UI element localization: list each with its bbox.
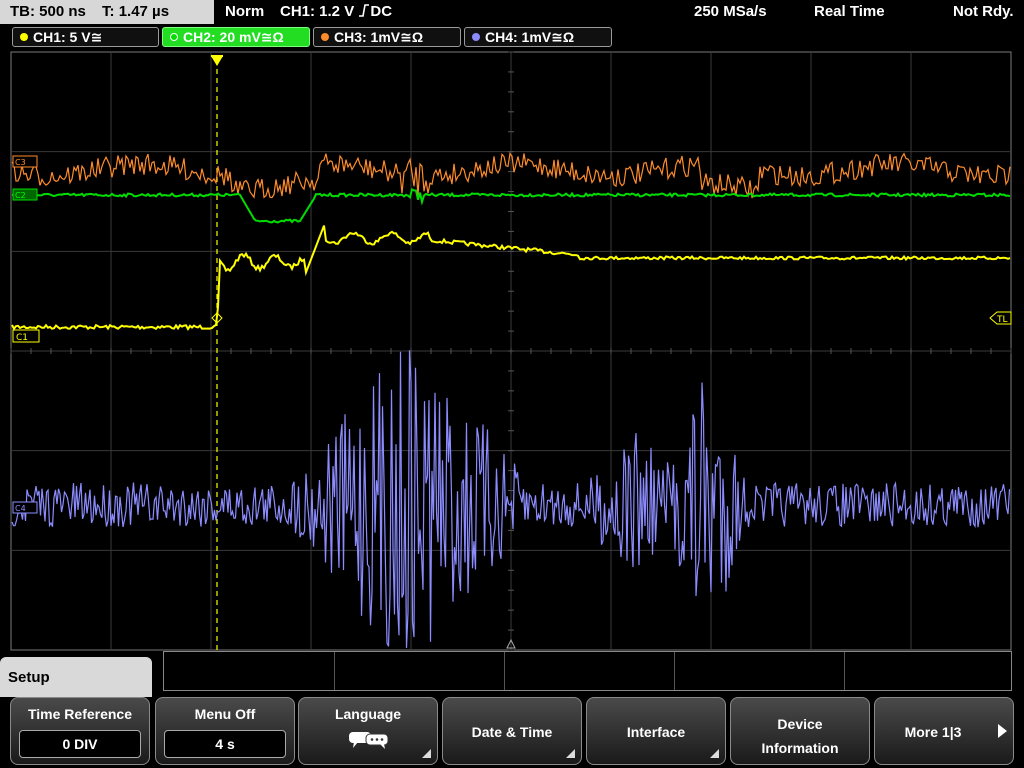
channel-4-button[interactable]: CH4: 1mV≅Ω bbox=[464, 27, 612, 47]
date-time-label: Date & Time bbox=[471, 724, 553, 740]
time-reference-value: 0 DIV bbox=[19, 730, 141, 758]
svg-text:C4: C4 bbox=[15, 504, 26, 513]
more-label: More 1|3 bbox=[904, 724, 962, 740]
language-label: Language bbox=[334, 706, 402, 722]
setup-menu-title: Setup bbox=[0, 657, 152, 697]
submenu-corner-icon bbox=[566, 749, 575, 758]
waveform-display[interactable]: C1 C2 C3 C4 TL bbox=[0, 50, 1024, 660]
channel-1-button[interactable]: CH1: 5 V≅ bbox=[12, 27, 159, 47]
rising-edge-icon bbox=[358, 1, 370, 17]
channel-2-label: CH2: 20 mV≅Ω bbox=[183, 29, 284, 45]
trigger-status: Not Rdy. bbox=[953, 3, 1014, 20]
trigger-setting[interactable]: CH1: 1.2 V DC bbox=[280, 0, 392, 24]
device-information-button[interactable]: Device Information bbox=[730, 697, 870, 765]
channel-3-offset-marker[interactable]: C3 bbox=[12, 155, 38, 168]
timebase-box[interactable]: TB: 500 ns T: 1.47 µs bbox=[0, 0, 214, 24]
trigger-mode[interactable]: Norm bbox=[225, 0, 264, 24]
channel-3-label: CH3: 1mV≅Ω bbox=[334, 29, 424, 45]
submenu-corner-icon bbox=[422, 749, 431, 758]
zoom-window-strip bbox=[163, 651, 1012, 691]
device-information-label: Device Information bbox=[761, 716, 839, 756]
channel-4-label: CH4: 1mV≅Ω bbox=[485, 29, 575, 45]
language-button[interactable]: Language bbox=[298, 697, 438, 765]
channel-3-dot-icon bbox=[321, 33, 329, 41]
interface-button[interactable]: Interface bbox=[586, 697, 726, 765]
next-page-arrow-icon bbox=[998, 724, 1007, 738]
more-button[interactable]: More 1|3 bbox=[874, 697, 1014, 765]
menu-off-button[interactable]: Menu Off 4 s bbox=[155, 697, 295, 765]
time-reference-button[interactable]: Time Reference 0 DIV bbox=[10, 697, 150, 765]
svg-text:C2: C2 bbox=[15, 191, 26, 200]
channel-3-button[interactable]: CH3: 1mV≅Ω bbox=[313, 27, 461, 47]
channel-bar: CH1: 5 V≅ CH2: 20 mV≅Ω CH3: 1mV≅Ω CH4: 1… bbox=[0, 25, 1024, 49]
interface-label: Interface bbox=[626, 724, 686, 740]
channel-1-offset-marker[interactable]: C1 bbox=[12, 329, 40, 343]
svg-text:C1: C1 bbox=[16, 333, 28, 343]
menu-off-label: Menu Off bbox=[194, 706, 256, 722]
date-time-button[interactable]: Date & Time bbox=[442, 697, 582, 765]
timebase-value: TB: 500 ns bbox=[10, 3, 86, 20]
trigger-coupling: DC bbox=[370, 3, 393, 20]
channel-1-label: CH1: 5 V≅ bbox=[33, 29, 103, 45]
submenu-corner-icon bbox=[710, 749, 719, 758]
channel-2-offset-marker[interactable]: C2 bbox=[12, 188, 38, 201]
status-bar: TB: 500 ns T: 1.47 µs Norm CH1: 1.2 V DC… bbox=[0, 0, 1024, 25]
channel-1-dot-icon bbox=[20, 33, 28, 41]
acquisition-mode[interactable]: Real Time bbox=[814, 0, 885, 24]
svg-text:TL: TL bbox=[996, 315, 1008, 325]
channel-2-button[interactable]: CH2: 20 mV≅Ω bbox=[162, 27, 310, 47]
svg-text:C3: C3 bbox=[15, 158, 26, 167]
trigger-time-value: T: 1.47 µs bbox=[102, 3, 170, 20]
channel-4-dot-icon bbox=[472, 33, 480, 41]
channel-4-offset-marker[interactable]: C4 bbox=[12, 501, 38, 514]
speech-bubbles-icon bbox=[348, 730, 390, 753]
channel-2-dot-icon bbox=[170, 33, 178, 41]
menu-off-value: 4 s bbox=[164, 730, 286, 758]
time-reference-label: Time Reference bbox=[27, 706, 132, 722]
trigger-source-level: CH1: 1.2 V bbox=[280, 3, 355, 20]
sample-rate: 250 MSa/s bbox=[694, 3, 767, 20]
